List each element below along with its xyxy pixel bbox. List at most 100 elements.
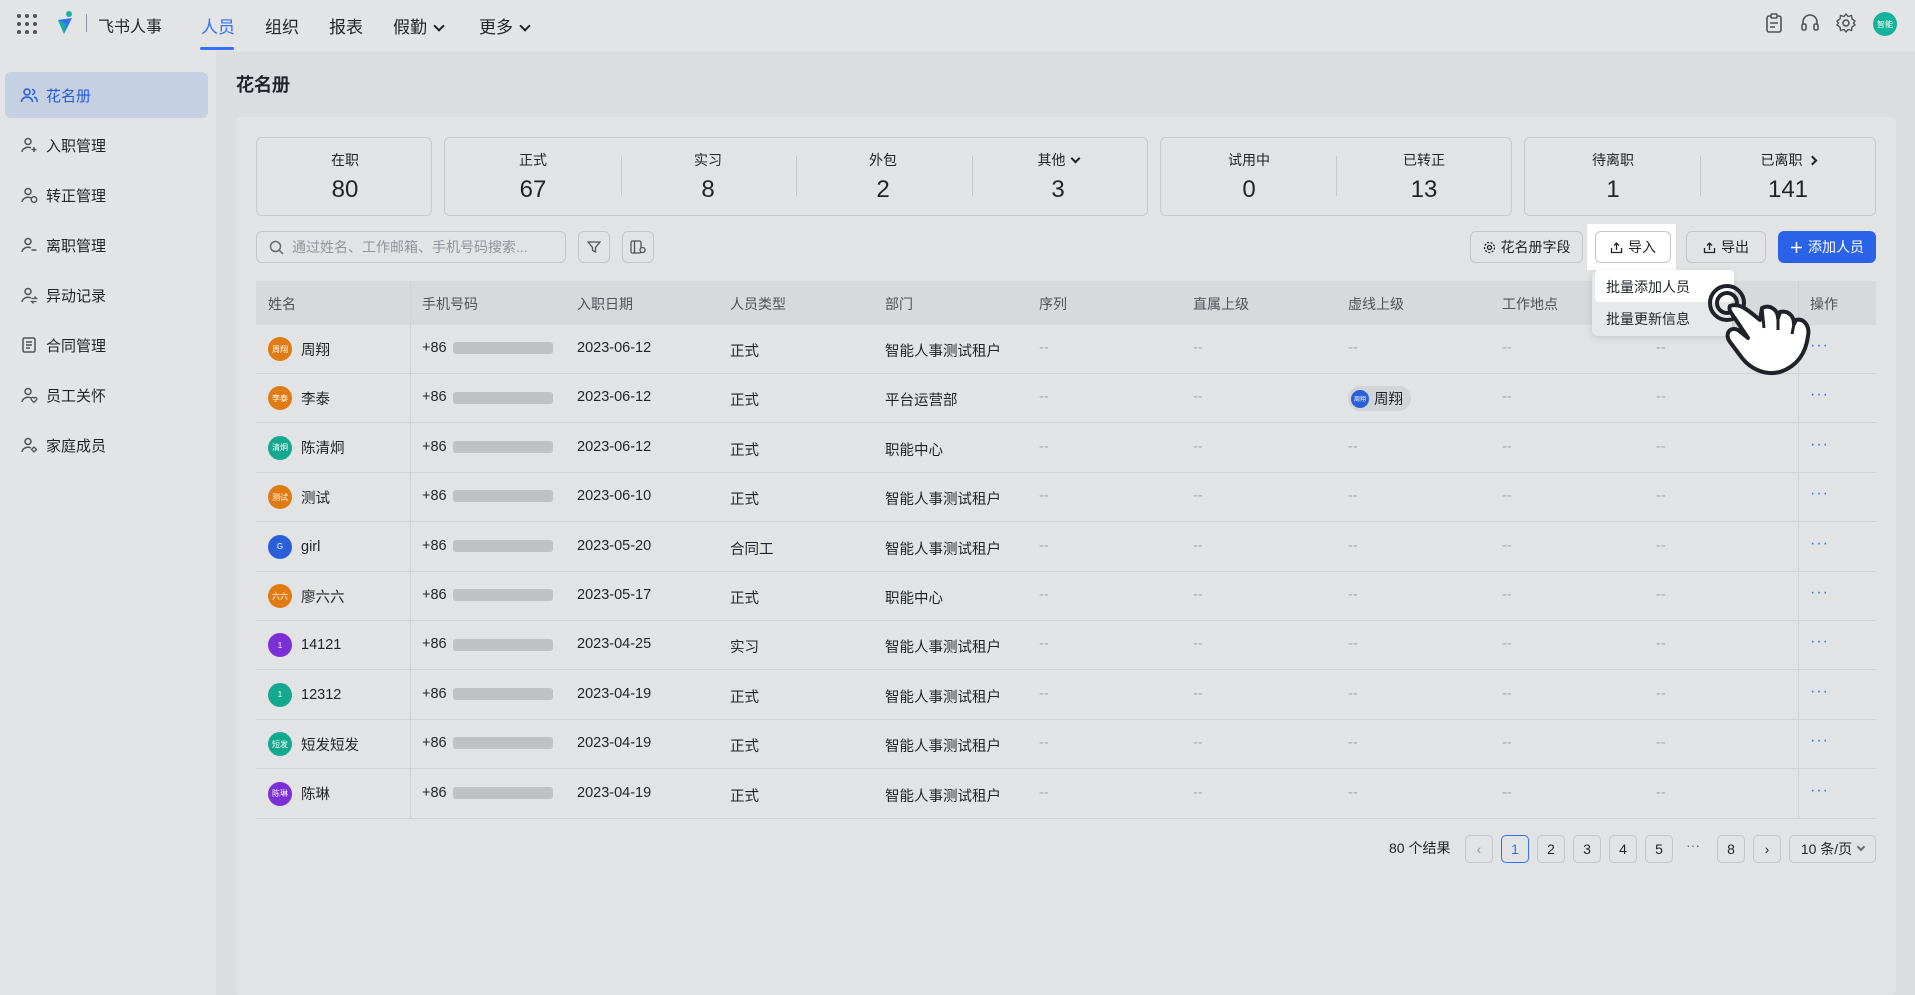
name-cell[interactable]: 六六 廖六六 [268, 584, 345, 608]
column-header-dotted-manager[interactable]: 虚线上级 [1348, 294, 1404, 314]
more-actions-button[interactable]: ··· [1810, 485, 1829, 503]
sidebar-item-employee-care[interactable]: 员工关怀 [5, 372, 208, 418]
stat-card-active[interactable]: 在职 80 [256, 137, 432, 216]
page-size-select[interactable]: 10 条/页 [1789, 835, 1876, 863]
column-header-phone[interactable]: 手机号码 [422, 294, 478, 314]
name-cell[interactable]: 李泰 李泰 [268, 386, 330, 411]
stat-outsource[interactable]: 外包 2 [798, 150, 968, 204]
name-cell[interactable]: 周翔 周翔 [268, 337, 330, 361]
clipboard-icon[interactable] [1763, 12, 1785, 34]
phone-prefix: +86 [422, 340, 447, 356]
name-cell[interactable]: 清炯 陈清炯 [268, 435, 345, 460]
name-cell[interactable]: 陈琳 陈琳 [268, 781, 330, 806]
table-row[interactable]: 李泰 李泰 +86 2023-06-12 正式 平台运营部 -- -- 周翔 周翔 -- -- ··· [256, 374, 1876, 424]
hire-date-cell: 2023-04-19 [577, 784, 652, 801]
page-ellipsis[interactable]: ··· [1686, 837, 1700, 853]
menu-item-batch-add[interactable]: 批量添加人员 [1606, 277, 1690, 297]
nav-tab-people[interactable]: 人员 [201, 13, 235, 38]
stat-label: 其他 [1037, 152, 1066, 168]
column-header-sequence[interactable]: 序列 [1039, 294, 1067, 314]
page-button-4[interactable]: 4 [1609, 835, 1637, 863]
table-row[interactable]: 陈琳 陈琳 +86 2023-04-19 正式 智能人事测试租户 -- -- -- -- -- ··· [256, 770, 1876, 819]
headset-icon[interactable] [1799, 12, 1821, 34]
sidebar-item-family-members[interactable]: 家庭成员 [5, 422, 208, 468]
sidebar-item-transfer-records[interactable]: 异动记录 [5, 272, 208, 318]
name-cell[interactable]: 1 14121 [268, 633, 341, 658]
extra-cell: -- [1656, 438, 1666, 455]
menu-item-batch-update[interactable]: 批量更新信息 [1606, 309, 1690, 329]
filter-button[interactable] [578, 231, 610, 263]
nav-tab-reports[interactable]: 报表 [329, 13, 363, 38]
column-header-location[interactable]: 工作地点 [1502, 294, 1558, 314]
more-actions-button[interactable]: ··· [1810, 732, 1829, 750]
user-avatar[interactable]: 智能 [1873, 12, 1897, 36]
stat-intern[interactable]: 实习 8 [623, 150, 793, 204]
column-settings-button[interactable] [622, 231, 654, 263]
gear-icon[interactable] [1835, 12, 1857, 34]
name-cell[interactable]: Ggirl [268, 534, 321, 559]
stat-pending-leave[interactable]: 待离职 1 [1528, 150, 1698, 204]
page-button-2[interactable]: 2 [1537, 835, 1565, 863]
add-people-button[interactable]: 添加人员 [1778, 231, 1876, 263]
page-button-5[interactable]: 5 [1645, 835, 1673, 863]
next-page-button[interactable]: › [1753, 835, 1781, 863]
import-button[interactable]: 导入 [1595, 231, 1671, 263]
more-actions-button[interactable]: ··· [1810, 584, 1829, 602]
table-row[interactable]: 测试 测试 +86 2023-06-10 正式 智能人事测试租户 -- -- -- -- -- ··· [256, 473, 1876, 523]
sidebar-item-onboarding[interactable]: 入职管理 [5, 122, 208, 168]
app-grid-icon[interactable] [16, 13, 38, 35]
name-cell[interactable]: 测试 测试 [268, 485, 330, 510]
stat-regular[interactable]: 正式 67 [448, 150, 618, 204]
more-actions-button[interactable]: ··· [1810, 683, 1829, 701]
column-header-hire-date[interactable]: 入职日期 [577, 294, 633, 314]
column-header-type[interactable]: 人员类型 [730, 294, 786, 314]
more-actions-button[interactable]: ··· [1810, 633, 1829, 651]
table-row[interactable]: 清炯 陈清炯 +86 2023-06-12 正式 职能中心 -- -- -- -- -- ··· [256, 424, 1876, 473]
hire-date-cell: 2023-06-12 [577, 389, 652, 406]
page-button-3[interactable]: 3 [1573, 835, 1601, 863]
sidebar-item-offboarding[interactable]: 离职管理 [5, 222, 208, 268]
nav-tab-organization[interactable]: 组织 [265, 13, 299, 38]
column-header-department[interactable]: 部门 [885, 294, 913, 314]
upload-icon [1610, 241, 1623, 253]
stat-probation[interactable]: 试用中 0 [1164, 150, 1334, 204]
sidebar-item-roster[interactable]: 花名册 [5, 72, 208, 118]
search-input[interactable]: 通过姓名、工作邮箱、手机号码搜索... [256, 231, 566, 263]
table-row[interactable]: 1 12312 +86 2023-04-19 正式 智能人事测试租户 -- -- -- -- -- ·… [256, 671, 1876, 720]
nav-tab-more[interactable]: 更多 [479, 13, 531, 38]
page-button-last[interactable]: 8 [1717, 835, 1745, 863]
table-row[interactable]: Ggirl +86 2023-05-20 合同工 智能人事测试租户 -- -- -- -- -- ·… [256, 523, 1876, 572]
more-actions-button[interactable]: ··· [1810, 386, 1829, 404]
name-cell[interactable]: 1 12312 [268, 682, 341, 707]
stat-left[interactable]: 已离职 141 [1703, 150, 1873, 204]
sidebar-item-contracts[interactable]: 合同管理 [5, 322, 208, 368]
more-actions-button[interactable]: ··· [1810, 535, 1829, 553]
column-header-manager[interactable]: 直属上级 [1193, 294, 1249, 314]
sequence-cell: -- [1039, 735, 1049, 752]
export-button[interactable]: 导出 [1686, 231, 1766, 263]
dotted-manager-cell[interactable]: 周翔 周翔 [1348, 386, 1411, 414]
employee-name: girl [301, 538, 321, 555]
stat-converted[interactable]: 已转正 13 [1339, 150, 1509, 204]
results-count: 80 个结果 [1389, 840, 1451, 856]
frozen-column-divider [410, 281, 411, 818]
table-row[interactable]: 六六 廖六六 +86 2023-05-17 正式 职能中心 -- -- -- -- -- ··· [256, 572, 1876, 621]
more-actions-button[interactable]: ··· [1810, 436, 1829, 454]
nav-tab-attendance-label: 假勤 [393, 18, 427, 37]
nav-tab-attendance[interactable]: 假勤 [393, 13, 445, 38]
extra-cell: -- [1656, 488, 1666, 505]
table-row[interactable]: 1 14121 +86 2023-04-25 实习 智能人事测试租户 -- -- -- -- -- ·… [256, 621, 1876, 671]
name-cell[interactable]: 短发 短发短发 [268, 732, 359, 757]
type-cell: 正式 [730, 788, 759, 805]
sequence-cell: -- [1039, 537, 1049, 554]
type-cell: 正式 [730, 591, 759, 607]
more-actions-button[interactable]: ··· [1810, 782, 1829, 800]
sidebar-item-regularization[interactable]: 转正管理 [5, 172, 208, 218]
prev-page-button[interactable]: ‹ [1465, 835, 1493, 863]
page-button-1[interactable]: 1 [1501, 835, 1529, 863]
roster-fields-button[interactable]: 花名册字段 [1470, 231, 1583, 263]
table-row[interactable]: 短发 短发短发 +86 2023-04-19 正式 智能人事测试租户 -- -- -- -- -- ·… [256, 720, 1876, 770]
column-header-name[interactable]: 姓名 [268, 294, 296, 314]
stat-other[interactable]: 其他 3 [973, 150, 1143, 204]
person-tag[interactable]: 周翔 周翔 [1348, 386, 1411, 412]
